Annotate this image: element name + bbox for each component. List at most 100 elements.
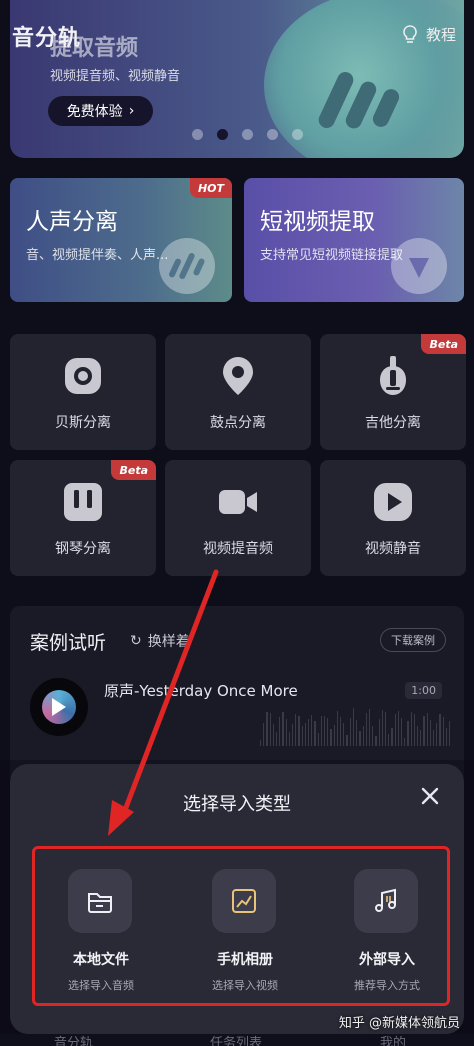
waveform-bar (420, 729, 422, 746)
import-option-external[interactable]: 外部导入 推荐导入方式 (327, 869, 447, 997)
nav-item-tasks[interactable]: 任务列表 (210, 1032, 262, 1046)
pagination-dot-active[interactable] (217, 129, 228, 140)
pagination-dot[interactable] (242, 129, 253, 140)
tool-piano-separation[interactable]: 钢琴分离 Beta (10, 460, 156, 576)
waveform-bar (423, 716, 425, 746)
short-video-extract-card[interactable]: 短视频提取 支持常见短视频链接提取 (244, 178, 464, 302)
waveform-bar (445, 728, 447, 746)
waveform-bar (432, 729, 435, 746)
import-option-photo-album[interactable]: 手机相册 选择导入视频 (185, 869, 305, 997)
waveform-bar (397, 710, 399, 746)
waveform-bar (356, 719, 358, 746)
waveform-bar (314, 721, 316, 746)
piano-icon (64, 483, 102, 521)
waveform-bar (263, 722, 265, 746)
waveform-bar (362, 726, 364, 746)
waveform-bar (346, 734, 348, 746)
pagination-dot[interactable] (292, 129, 303, 140)
waveform-bar (384, 712, 387, 746)
tool-video-extract-audio[interactable]: 视频提音频 (165, 460, 311, 576)
option-icon-box (354, 869, 418, 933)
waveform-bar (327, 717, 329, 746)
option-subtitle: 选择导入视频 (212, 979, 278, 992)
waveform-bar (269, 713, 271, 746)
free-trial-button[interactable]: 免费体验 › (48, 96, 153, 126)
waveform-bar (317, 733, 319, 746)
track-waveform[interactable] (260, 706, 451, 746)
track-name: 原声-Yesterday Once More (104, 682, 298, 700)
waveform-bar (416, 725, 419, 746)
tutorial-button[interactable]: 教程 (402, 24, 456, 45)
waveform-bar (381, 710, 383, 746)
waveform-bar (276, 731, 278, 746)
option-name: 手机相册 (217, 952, 273, 968)
waveform-bar (266, 712, 268, 746)
tool-video-mute[interactable]: 视频静音 (320, 460, 466, 576)
refresh-cases-button[interactable]: ↻ 换样着 (130, 631, 190, 651)
download-case-button[interactable]: 下载案例 (380, 628, 446, 652)
option-icon-box (212, 869, 276, 933)
tool-drum-separation[interactable]: 鼓点分离 (165, 334, 311, 450)
waveform-bar (333, 724, 335, 746)
waveform-bar (304, 723, 307, 746)
waveform-bar (413, 714, 415, 746)
waveform-bar (375, 736, 377, 746)
waveform-bar (340, 716, 342, 746)
waveform-bar (352, 708, 355, 746)
waveform-bar (282, 712, 284, 746)
waveform-bar (324, 716, 326, 746)
card-title: 人声分离 (26, 209, 118, 235)
pagination-dot[interactable] (267, 129, 278, 140)
waveform-bar (359, 731, 361, 746)
nav-item-home[interactable]: 音分轨 (54, 1032, 93, 1046)
waveform-bar (388, 733, 390, 746)
waveform-bar (365, 712, 367, 746)
beta-badge: Beta (111, 460, 156, 480)
waveform-decoration-icon (159, 238, 215, 294)
waveform-bar (288, 731, 291, 746)
waveform-bar (260, 740, 262, 746)
tool-label: 视频静音 (365, 541, 421, 557)
banner-subtitle: 视频提音频、视频静音 (50, 69, 181, 84)
import-option-local-file[interactable]: 本地文件 选择导入音频 (41, 869, 161, 997)
waveform-bar (349, 717, 351, 746)
banner-pagination[interactable] (192, 129, 303, 140)
waveform-bar (400, 718, 403, 746)
waveform-bar (320, 715, 323, 746)
card-subtitle: 音、视频提伴奏、人声... (26, 248, 169, 263)
track-duration: 1:00 (405, 682, 442, 699)
waveform-bar (436, 722, 438, 746)
tool-label: 吉他分离 (365, 415, 421, 431)
card-title: 短视频提取 (260, 209, 375, 235)
close-icon[interactable] (418, 784, 442, 808)
waveform-bar (394, 714, 396, 746)
waveform-bar (391, 728, 393, 746)
waveform-bar (295, 714, 297, 746)
tool-bass-separation[interactable]: 贝斯分离 (10, 334, 156, 450)
option-subtitle: 选择导入音频 (68, 979, 134, 992)
vocal-separation-card[interactable]: 人声分离 音、视频提伴奏、人声... HOT (10, 178, 232, 302)
beta-badge: Beta (421, 334, 466, 354)
option-name: 本地文件 (73, 952, 129, 968)
option-subtitle: 推荐导入方式 (354, 979, 420, 992)
waveform-bar (410, 712, 412, 746)
waveform-bar (429, 720, 431, 746)
lightbulb-icon (403, 24, 417, 43)
pagination-dot[interactable] (192, 129, 203, 140)
track-disc-play-button[interactable] (30, 678, 88, 736)
waveform-bar (301, 726, 303, 746)
waveform-bar (308, 718, 310, 746)
hot-badge: HOT (189, 178, 232, 198)
waveform-bar (336, 710, 339, 746)
waveform-bar (407, 721, 409, 746)
waveform-bar (272, 723, 275, 746)
folder-icon (88, 893, 112, 913)
tool-guitar-separation[interactable]: 吉他分离 Beta (320, 334, 466, 450)
card-subtitle: 支持常见短视频链接提取 (260, 248, 404, 263)
refresh-icon: ↻ (130, 633, 142, 649)
nav-item-profile[interactable]: 我的 (380, 1032, 406, 1046)
music-note-icon (375, 888, 396, 912)
waveform-bar (448, 721, 451, 746)
import-options-highlight: 本地文件 选择导入音频 手机相册 选择导入视频 外部导入 推荐导入方式 (32, 846, 450, 1006)
option-name: 外部导入 (359, 952, 415, 968)
